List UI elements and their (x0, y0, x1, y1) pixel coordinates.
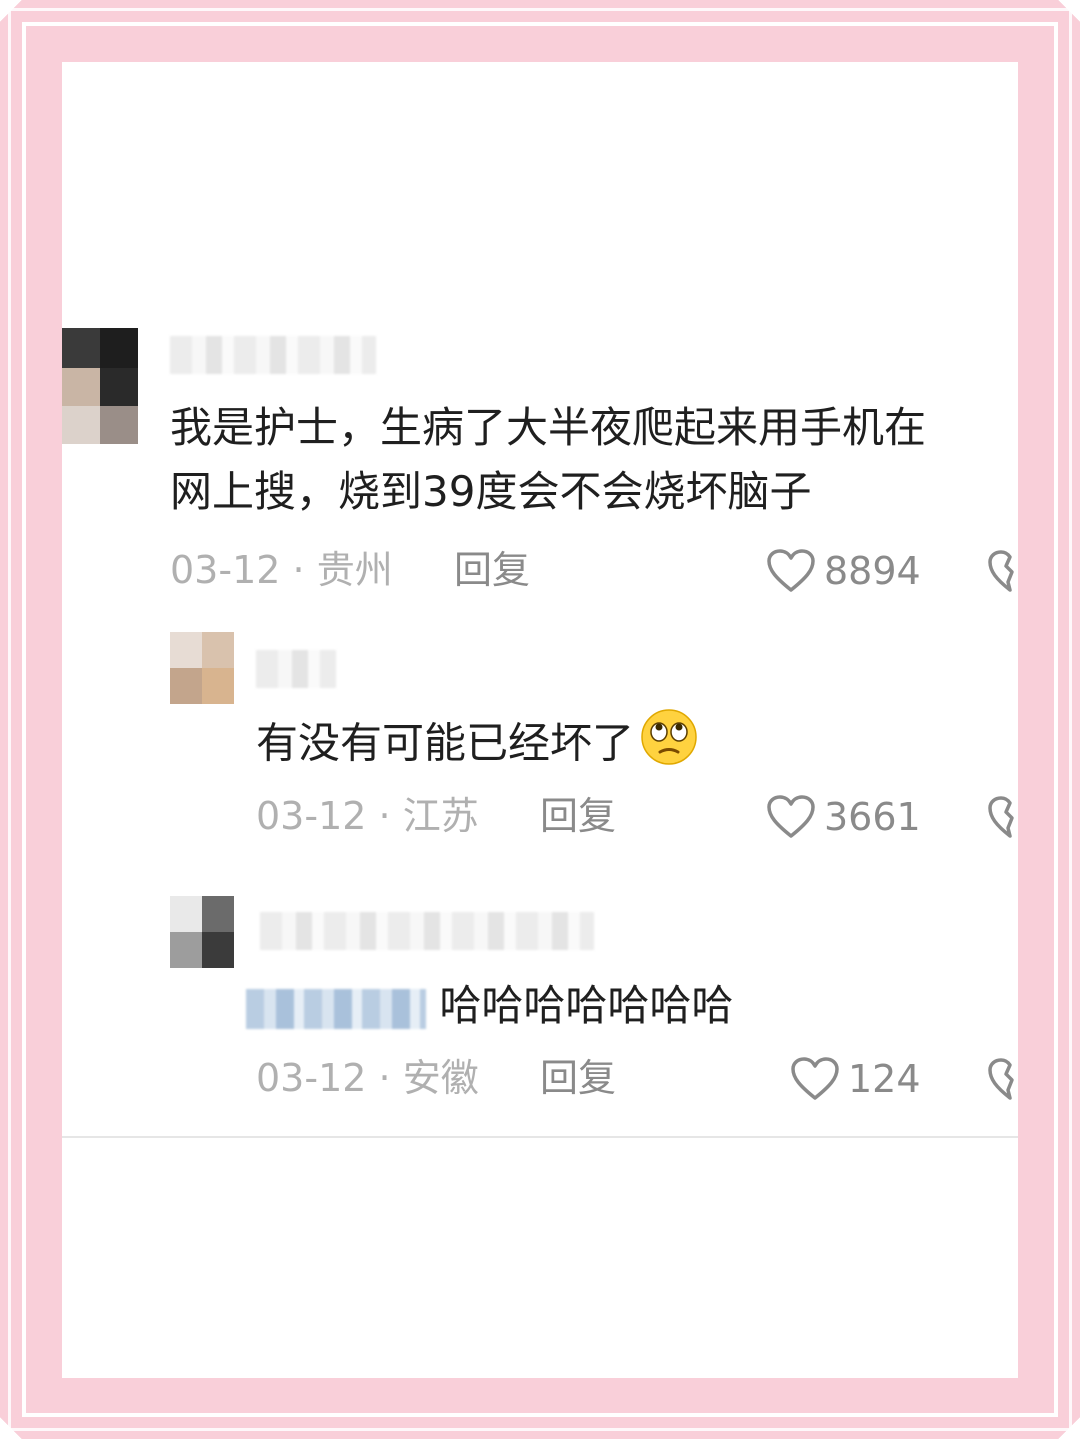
like-count: 8894 (824, 549, 921, 593)
comment-meta: 03-12 · 安徽 (256, 1056, 479, 1100)
comment-date: 03-12 (170, 548, 281, 592)
reply-button[interactable]: 回复 (454, 548, 530, 592)
heart-icon (790, 1056, 840, 1102)
avatar[interactable] (170, 632, 234, 704)
comment-meta: 03-12 · 江苏 (256, 794, 479, 838)
meta-separator: · (292, 548, 305, 592)
username-blurred[interactable] (260, 912, 594, 950)
avatar[interactable] (62, 328, 138, 444)
meta-separator: · (378, 794, 391, 838)
comment-date: 03-12 (256, 794, 367, 838)
reply-text: 有没有可能已经坏了 (256, 708, 698, 784)
comment-date: 03-12 (256, 1056, 367, 1100)
like-button[interactable]: 124 (790, 1056, 921, 1102)
heart-icon (766, 794, 816, 840)
meta-separator: · (378, 1056, 391, 1100)
broken-heart-icon[interactable] (988, 1058, 1018, 1102)
comment-location: 江苏 (402, 794, 479, 838)
comment-location: 贵州 (316, 548, 393, 592)
frame-corner (0, 0, 60, 60)
frame-corner (1020, 0, 1080, 60)
frame-corner (1020, 1379, 1080, 1439)
username-blurred[interactable] (256, 650, 336, 688)
like-count: 3661 (824, 795, 921, 839)
frame-corner (0, 1379, 60, 1439)
section-divider (62, 1136, 1018, 1138)
like-count: 124 (848, 1057, 921, 1101)
reply-text-content: 哈哈哈哈哈哈哈 (439, 981, 734, 1030)
comment-text: 网上搜，烧到39度会不会烧坏脑子 (170, 467, 812, 516)
like-button[interactable]: 8894 (766, 548, 921, 594)
username-blurred[interactable] (170, 336, 376, 374)
comment-meta: 03-12 · 贵州 (170, 548, 393, 592)
avatar[interactable] (170, 896, 234, 968)
comment-screenshot: 我是护士，生病了大半夜爬起来用手机在 网上搜，烧到39度会不会烧坏脑子 03-1… (62, 62, 1018, 1378)
reply-text-content: 有没有可能已经坏了 (256, 718, 635, 768)
mention-blurred[interactable] (246, 988, 426, 1029)
broken-heart-icon[interactable] (988, 550, 1018, 594)
reply-text: 哈哈哈哈哈哈哈 (246, 974, 733, 1038)
comment-text: 我是护士，生病了大半夜爬起来用手机在 (170, 403, 927, 452)
reply-button[interactable]: 回复 (540, 1056, 616, 1100)
comment-location: 安徽 (402, 1056, 479, 1100)
rolling-eyes-emoji-icon (640, 708, 698, 784)
like-button[interactable]: 3661 (766, 794, 921, 840)
heart-icon (766, 548, 816, 594)
broken-heart-icon[interactable] (988, 796, 1018, 840)
reply-button[interactable]: 回复 (540, 794, 616, 838)
